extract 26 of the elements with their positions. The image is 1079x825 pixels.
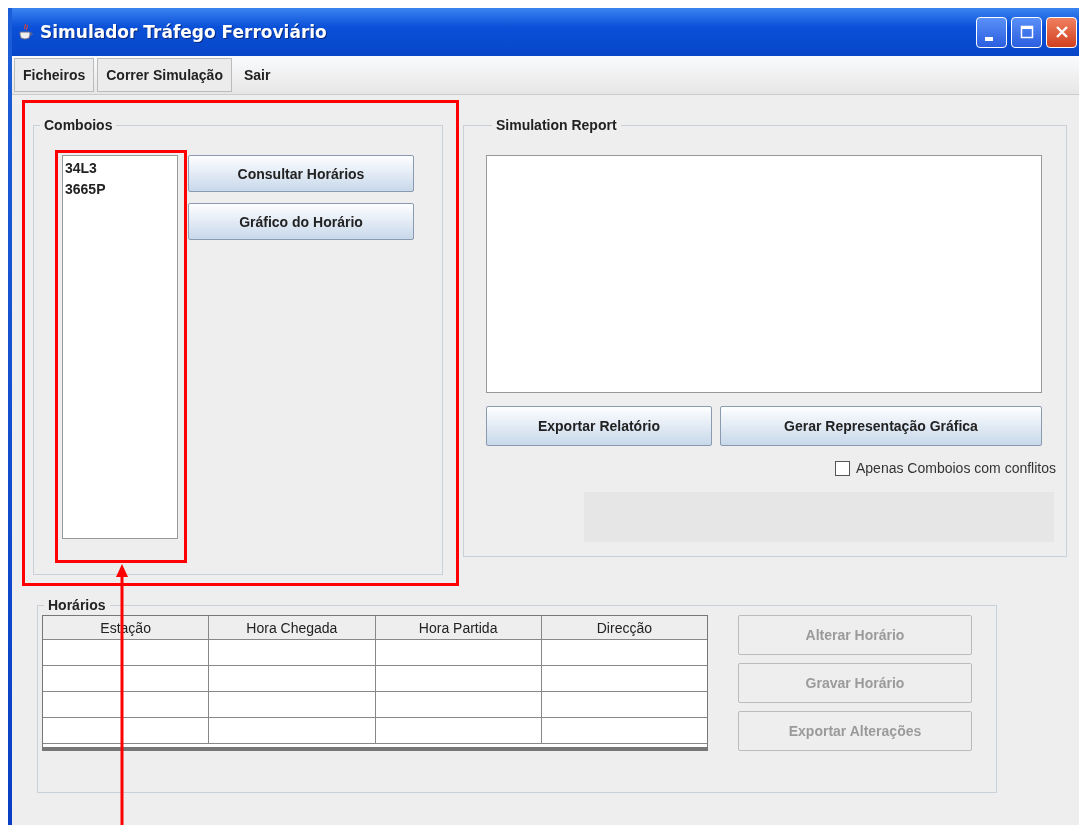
- menu-item[interactable]: Sair: [234, 58, 280, 92]
- action-button[interactable]: Gráfico do Horário: [188, 203, 414, 240]
- checkbox-label: Apenas Comboios com conflitos: [856, 460, 1056, 476]
- close-icon: [1054, 25, 1069, 39]
- action-button[interactable]: Consultar Horários: [188, 155, 414, 192]
- train-list-item[interactable]: 34L3: [65, 158, 175, 179]
- panel-title: Horários: [47, 597, 107, 613]
- close-button[interactable]: [1046, 16, 1077, 48]
- action-button[interactable]: Gerar Representação Gráfica: [720, 406, 1042, 446]
- train-list[interactable]: 34L3 3665P: [62, 155, 178, 539]
- checkbox[interactable]: [835, 460, 850, 476]
- minimize-icon: [984, 37, 993, 41]
- column-header[interactable]: Hora Chegada: [209, 616, 376, 640]
- menu-item[interactable]: Correr Simulação: [97, 58, 232, 92]
- train-list-item[interactable]: 3665P: [65, 179, 175, 200]
- action-button[interactable]: Exportar Relatório: [486, 406, 712, 446]
- minimize-button[interactable]: [976, 16, 1007, 48]
- column-header[interactable]: Hora Partida: [375, 616, 542, 640]
- panel-title: Comboios: [43, 117, 114, 133]
- menu-item[interactable]: Ficheiros: [14, 58, 95, 92]
- maximize-icon: [1019, 25, 1034, 39]
- window-title: Simulador Tráfego Ferroviário: [40, 22, 327, 42]
- coffee-cup-icon: [18, 23, 34, 41]
- column-header[interactable]: Direcção: [541, 616, 707, 640]
- panel-title: Simulation Report: [495, 117, 618, 133]
- maximize-button[interactable]: [1011, 16, 1042, 48]
